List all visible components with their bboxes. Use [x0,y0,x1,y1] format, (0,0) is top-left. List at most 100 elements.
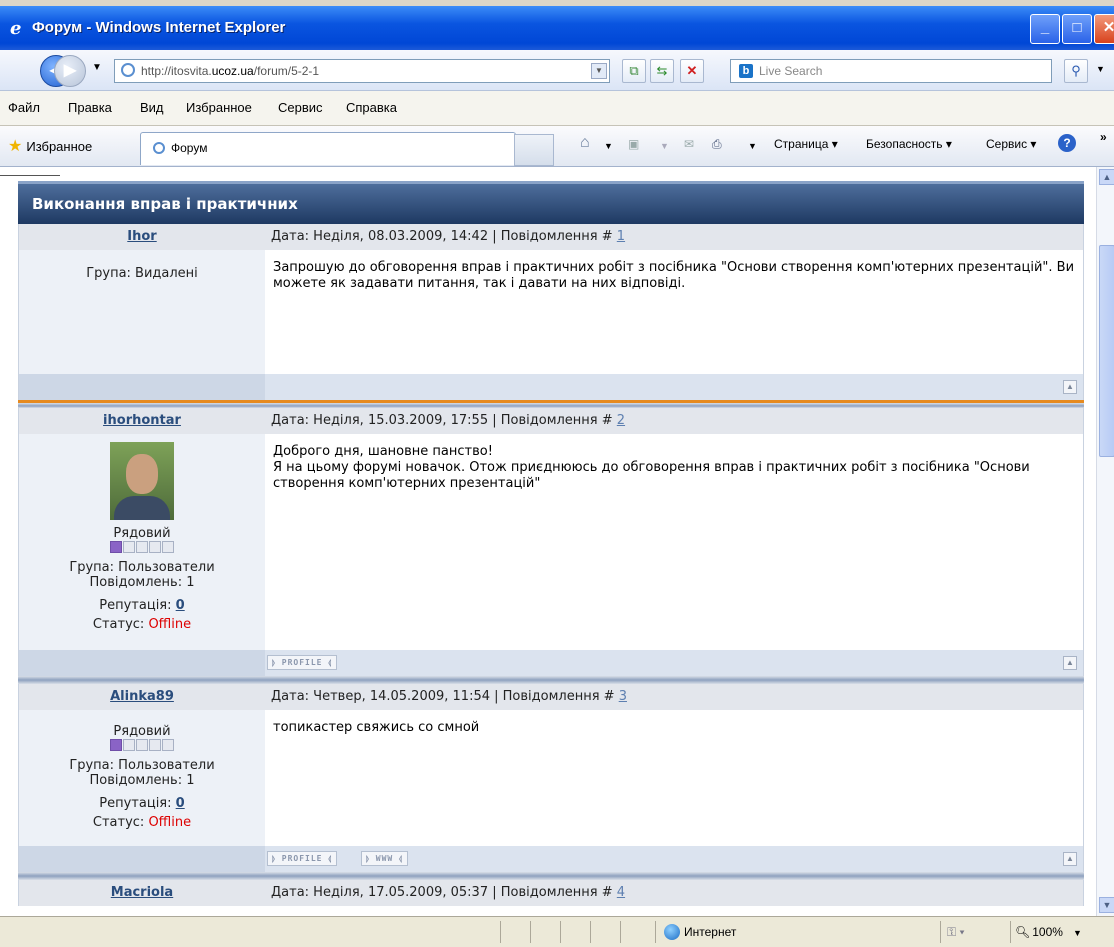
print-dropdown-icon[interactable]: ▼ [748,141,757,151]
post-date: Дата: Неділя, 15.03.2009, 17:55 | Повідо… [271,413,617,428]
reputation-link[interactable]: 0 [176,598,185,613]
post-number-link[interactable]: 2 [617,413,625,428]
author-link[interactable]: Macriola [111,885,173,900]
post-footer: ⦊ PROFILE ⦉ ▲ [19,650,1083,676]
compatibility-icon[interactable]: ⧉ [622,59,646,83]
feeds-dropdown-icon[interactable]: ▼ [660,141,669,151]
safety-menu[interactable]: Безопасность ▾ [866,137,952,151]
www-button-label: WWW [375,854,394,863]
rank-star [135,739,148,751]
stop-icon[interactable]: ✕ [680,59,704,83]
address-path: /forum/5-2-1 [253,64,320,78]
forward-button[interactable]: ▶ [54,55,86,87]
author-link[interactable]: Ihor [127,229,156,244]
page-menu-label: Страница [774,137,829,151]
home-dropdown-icon[interactable]: ▼ [604,141,613,151]
author-rank: Рядовий [113,526,171,541]
message-line: Доброго дня, шановне панство! [273,444,493,459]
post-header: Alinka89 Дата: Четвер, 14.05.2009, 11:54… [19,684,1083,710]
search-options-icon[interactable]: ▼ [1096,64,1105,74]
mail-icon[interactable]: ✉ [684,137,694,151]
page-menu[interactable]: Страница ▾ [774,137,838,151]
maximize-button[interactable]: □ [1062,14,1092,44]
tools-menu[interactable]: Сервис ▾ [986,137,1036,151]
address-bar-row: ◀ ▶ ▼ http://itosvita.ucoz.ua/forum/5-2-… [0,50,1114,91]
menu-tools[interactable]: Сервис [278,100,323,115]
scroll-top-icon[interactable]: ▲ [1063,852,1077,866]
reputation-link[interactable]: 0 [176,796,185,811]
title-bar: e Форум - Windows Internet Explorer _ □ … [0,6,1114,50]
history-dropdown-icon[interactable]: ▼ [92,62,102,73]
author-reputation: Репутація: 0 [19,598,265,613]
profile-button[interactable]: ⦊ PROFILE ⦉ [267,655,338,670]
message-line: Я на цьому форумі новачок. Отож приєднюю… [273,460,1030,491]
author-reputation: Репутація: 0 [19,796,265,811]
favorites-bar: ★ Избранное Форум ⌂ ▼ ▣ ▼ ✉ ⎙ ▼ Страница … [0,126,1114,167]
author-link[interactable]: Alinka89 [110,689,174,704]
forum-thread: Виконання вправ і практичних Ihor Дата: … [18,181,1084,906]
favorites-button[interactable]: ★ Избранное [8,136,92,156]
zoom-level: 100% [1032,925,1063,939]
tab-page-icon [153,142,165,154]
home-icon[interactable]: ⌂ [580,134,590,152]
vertical-scrollbar[interactable]: ▲ ▼ [1096,167,1114,916]
search-icon[interactable]: ⚲ [1064,59,1088,83]
minimize-button[interactable]: _ [1030,14,1060,44]
profile-button[interactable]: ⦊ PROFILE ⦉ [267,851,338,866]
scroll-up-icon[interactable]: ▲ [1099,169,1114,185]
safety-menu-label: Безопасность [866,137,943,151]
tab-title: Форум [171,141,208,155]
www-button[interactable]: ⦊ WWW ⦉ [361,851,408,866]
rank-stars [109,541,175,556]
rank-star [109,541,122,553]
thread-title: Виконання вправ і практичних [18,181,1084,224]
address-prefix: http://itosvita. [141,64,212,78]
menu-bar: Файл Правка Вид Избранное Сервис Справка [0,91,1114,126]
post-number-link[interactable]: 1 [617,229,625,244]
author-info: Рядовий Група: Пользователи Повідомлень:… [19,434,265,650]
status-value: Offline [148,815,192,830]
post-meta: Дата: Неділя, 17.05.2009, 05:37 | Повідо… [265,880,1083,906]
scroll-down-icon[interactable]: ▼ [1099,897,1114,913]
address-dropdown-icon[interactable]: ▼ [591,63,607,79]
zoom-icon: 🔍︎ [1015,925,1031,939]
author-link[interactable]: ihorhontar [103,413,181,428]
menu-help[interactable]: Справка [346,100,397,115]
rank-star [109,739,122,751]
rank-stars [109,739,175,754]
address-input[interactable]: http://itosvita.ucoz.ua/forum/5-2-1 ▼ [114,59,610,83]
post-meta: Дата: Четвер, 14.05.2009, 11:54 | Повідо… [265,684,1083,710]
scroll-top-icon[interactable]: ▲ [1063,380,1077,394]
page-icon [121,63,135,77]
chevron-more-icon[interactable]: » [1100,130,1107,144]
help-icon[interactable]: ? [1058,134,1076,152]
address-domain: ucoz.ua [211,64,254,78]
rank-star [148,739,161,751]
avatar [110,442,174,520]
protected-mode-button[interactable]: ⚿ ▾ [940,921,1001,943]
post-number-link[interactable]: 4 [617,885,625,900]
feeds-icon[interactable]: ▣ [628,137,639,151]
menu-view[interactable]: Вид [140,100,164,115]
tab-forum[interactable]: Форум [140,132,516,165]
author-rank: Рядовий [113,724,171,739]
refresh-icon[interactable]: ⇆ [650,59,674,83]
rank-star [161,541,174,553]
post-message: Доброго дня, шановне панство! Я на цьому… [265,434,1083,650]
new-tab-button[interactable] [514,134,554,166]
menu-edit[interactable]: Правка [68,100,112,115]
menu-file[interactable]: Файл [8,100,40,115]
zone-label: Интернет [684,925,737,939]
menu-favorites[interactable]: Избранное [186,100,252,115]
author-post-count: Повідомлень: 1 [89,773,195,788]
author-group: Група: Пользователи [69,560,215,575]
scroll-top-icon[interactable]: ▲ [1063,656,1077,670]
post-number-link[interactable]: 3 [619,689,627,704]
zoom-button[interactable]: 🔍︎ 100% ▼ [1010,921,1114,943]
author-info: Рядовий Група: Пользователи Повідомлень:… [19,710,265,846]
globe-icon [664,924,680,940]
scroll-thumb[interactable] [1099,245,1114,457]
close-button[interactable]: ✕ [1094,14,1114,44]
search-input[interactable]: b Live Search [730,59,1052,83]
print-icon[interactable]: ⎙ [712,137,722,152]
